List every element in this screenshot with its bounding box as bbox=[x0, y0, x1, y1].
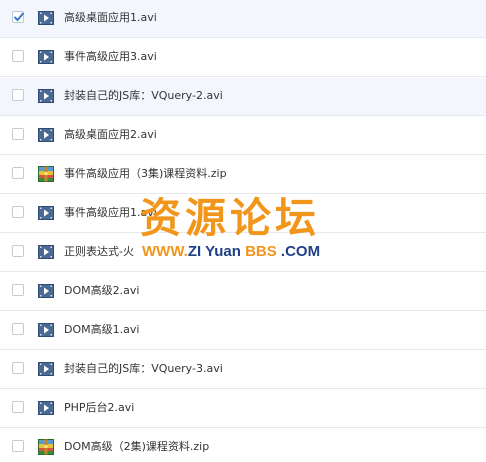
file-row[interactable]: 封装自己的JS库：VQuery-3.avi bbox=[0, 351, 486, 389]
file-name[interactable]: DOM高级（2集)课程资料.zip bbox=[64, 439, 209, 455]
file-row[interactable]: DOM高级（2集)课程资料.zip bbox=[0, 429, 486, 462]
file-row[interactable]: 高级桌面应用2.avi bbox=[0, 117, 486, 155]
video-file-icon bbox=[38, 361, 54, 377]
file-row[interactable]: 事件高级应用（3集)课程资料.zip bbox=[0, 156, 486, 194]
file-row[interactable]: 封装自己的JS库：VQuery-2.avi bbox=[0, 78, 486, 116]
file-name[interactable]: 高级桌面应用1.avi bbox=[64, 10, 157, 26]
file-checkbox[interactable] bbox=[12, 206, 24, 218]
file-name[interactable]: 事件高级应用3.avi bbox=[64, 49, 157, 65]
file-row[interactable]: 高级桌面应用1.avi bbox=[0, 0, 486, 38]
file-name[interactable]: 封装自己的JS库：VQuery-3.avi bbox=[64, 361, 223, 377]
file-row[interactable]: 事件高级应用3.avi bbox=[0, 39, 486, 77]
file-row[interactable]: PHP后台2.avi bbox=[0, 390, 486, 428]
file-name[interactable]: DOM高级2.avi bbox=[64, 283, 139, 299]
file-name[interactable]: DOM高级1.avi bbox=[64, 322, 139, 338]
file-name[interactable]: 正则表达式-火 bbox=[64, 244, 134, 260]
archive-file-icon bbox=[38, 439, 54, 455]
file-checkbox[interactable] bbox=[12, 11, 25, 23]
file-checkbox[interactable] bbox=[12, 50, 24, 62]
file-row[interactable]: 正则表达式-火 bbox=[0, 234, 486, 272]
file-row[interactable]: DOM高级1.avi bbox=[0, 312, 486, 350]
file-checkbox[interactable] bbox=[12, 401, 24, 413]
file-checkbox[interactable] bbox=[12, 440, 24, 452]
file-checkbox[interactable] bbox=[12, 362, 24, 374]
video-file-icon bbox=[38, 322, 54, 338]
file-name[interactable]: 事件高级应用1.avi bbox=[64, 205, 157, 221]
video-file-icon bbox=[38, 283, 54, 299]
file-checkbox[interactable] bbox=[12, 284, 24, 296]
file-list: 高级桌面应用1.avi 事件高级应用3.avi 封装自己的JS库：VQuery-2.… bbox=[0, 0, 486, 462]
video-file-icon bbox=[38, 88, 54, 104]
video-file-icon bbox=[38, 10, 54, 26]
video-file-icon bbox=[38, 400, 54, 416]
file-checkbox[interactable] bbox=[12, 323, 24, 335]
video-file-icon bbox=[38, 244, 54, 260]
file-name[interactable]: 封装自己的JS库：VQuery-2.avi bbox=[64, 88, 223, 104]
video-file-icon bbox=[38, 205, 54, 221]
file-row[interactable]: 事件高级应用1.avi bbox=[0, 195, 486, 233]
file-checkbox[interactable] bbox=[12, 128, 24, 140]
file-name[interactable]: 事件高级应用（3集)课程资料.zip bbox=[64, 166, 227, 182]
file-name[interactable]: 高级桌面应用2.avi bbox=[64, 127, 157, 143]
archive-file-icon bbox=[38, 166, 54, 182]
file-checkbox[interactable] bbox=[12, 245, 24, 257]
video-file-icon bbox=[38, 127, 54, 143]
file-name[interactable]: PHP后台2.avi bbox=[64, 400, 134, 416]
file-row[interactable]: DOM高级2.avi bbox=[0, 273, 486, 311]
file-checkbox[interactable] bbox=[12, 167, 24, 179]
video-file-icon bbox=[38, 49, 54, 65]
file-checkbox[interactable] bbox=[12, 89, 24, 101]
